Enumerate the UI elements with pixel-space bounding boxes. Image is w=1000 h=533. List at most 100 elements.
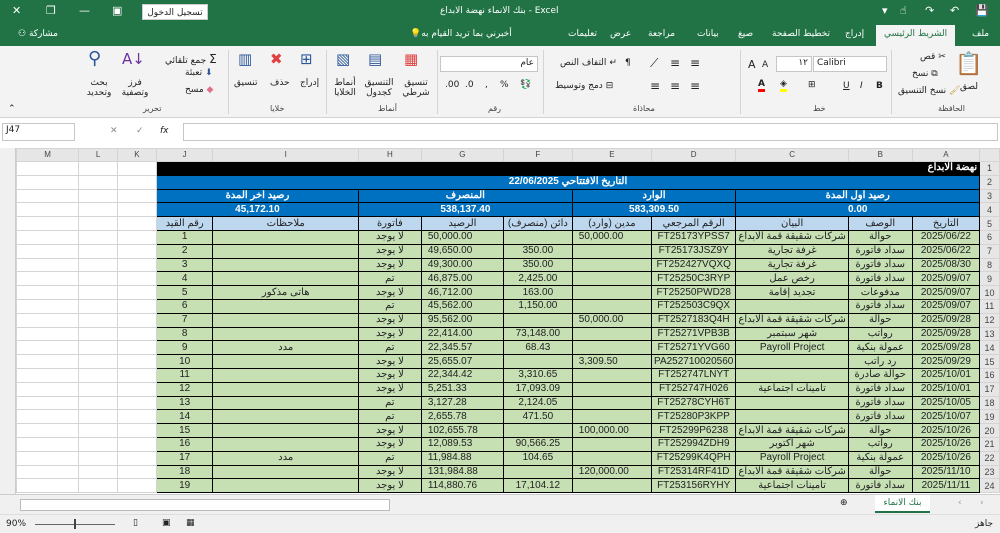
- cell-date[interactable]: 2025/09/28: [911, 312, 981, 328]
- cell[interactable]: [117, 478, 157, 494]
- cell-invoice[interactable]: لا يوجد: [357, 436, 422, 452]
- delete-cells-button[interactable]: حذف: [270, 78, 290, 88]
- cell-balance[interactable]: 12,089.53: [420, 436, 504, 452]
- row-header[interactable]: 15: [979, 354, 1000, 369]
- cell-ref[interactable]: FT252503C9QX: [651, 298, 737, 314]
- header-debit[interactable]: مدين (وارد): [571, 216, 653, 231]
- cell-notes[interactable]: [212, 423, 359, 438]
- cell-ref[interactable]: PA252710020560: [651, 354, 737, 369]
- row-header[interactable]: 23: [979, 464, 1000, 480]
- insert-cells-button[interactable]: إدراج: [300, 78, 319, 88]
- cell-date[interactable]: 2025/08/30: [911, 257, 981, 273]
- cell-debit[interactable]: [571, 340, 653, 356]
- cell-balance[interactable]: 46,875.00: [420, 271, 504, 287]
- cell-stmt[interactable]: شركات شقيقة قمة الابداع: [735, 312, 849, 328]
- cell[interactable]: [15, 436, 80, 452]
- row-header[interactable]: 13: [979, 326, 1000, 342]
- cell-date[interactable]: 2025/09/29: [911, 354, 981, 369]
- cell-entry[interactable]: 12: [155, 381, 214, 397]
- rtl-icon[interactable]: ¶: [625, 58, 631, 68]
- cell-credit[interactable]: 3,310.65: [502, 367, 573, 383]
- cell-desc[interactable]: حوالة: [847, 312, 913, 328]
- cell-entry[interactable]: 10: [155, 354, 214, 369]
- cell[interactable]: [15, 478, 80, 494]
- cell-ref[interactable]: FT25250C3RYP: [651, 271, 737, 287]
- cell-date[interactable]: 2025/10/26: [911, 450, 981, 466]
- cell-ref[interactable]: FT252427VQXQ: [651, 257, 737, 273]
- cell-desc[interactable]: عمولة بنكية: [847, 450, 913, 466]
- cell-invoice[interactable]: لا يوجد: [357, 354, 422, 369]
- cell[interactable]: [78, 174, 118, 190]
- cell-notes[interactable]: [212, 381, 359, 397]
- cell-invoice[interactable]: لا يوجد: [357, 478, 422, 494]
- cell-desc[interactable]: حوالة صادرة: [847, 367, 913, 383]
- cell-desc[interactable]: سداد فاتورة: [847, 243, 913, 259]
- select-all-corner[interactable]: [979, 148, 1000, 162]
- cell-notes[interactable]: [212, 312, 359, 328]
- cell-debit[interactable]: 50,000.00: [571, 312, 653, 328]
- cell[interactable]: [117, 243, 157, 259]
- cell[interactable]: [15, 450, 80, 466]
- cell-credit[interactable]: 1,150.00: [502, 298, 573, 314]
- row-header[interactable]: 21: [979, 436, 1000, 452]
- cell-notes[interactable]: [212, 367, 359, 383]
- cell[interactable]: [117, 298, 157, 314]
- cell-entry[interactable]: 16: [155, 436, 214, 452]
- cell[interactable]: [78, 409, 118, 425]
- cell-notes[interactable]: [212, 271, 359, 287]
- cell-debit[interactable]: [571, 285, 653, 300]
- opening-balance-value[interactable]: 0.00: [735, 202, 981, 218]
- share-button[interactable]: ⚇ مشاركة: [18, 29, 58, 39]
- cell[interactable]: [78, 340, 118, 356]
- cell-invoice[interactable]: لا يوجد: [357, 229, 422, 245]
- cell-credit[interactable]: 17,093.09: [502, 381, 573, 397]
- column-header[interactable]: I: [212, 148, 359, 162]
- cell[interactable]: [15, 423, 80, 438]
- tab-review[interactable]: مراجعة: [648, 29, 675, 39]
- cell[interactable]: [78, 436, 118, 452]
- cell-styles-button[interactable]: أنماط الخلايا: [328, 78, 362, 98]
- cell-credit[interactable]: [502, 229, 573, 245]
- cell[interactable]: [117, 367, 157, 383]
- cell-stmt[interactable]: [735, 298, 849, 314]
- row-header[interactable]: 19: [979, 409, 1000, 425]
- column-header[interactable]: F: [502, 148, 573, 162]
- cell-stmt[interactable]: Payroll Project: [735, 340, 849, 356]
- row-header[interactable]: 2: [979, 174, 1000, 190]
- cell-stmt[interactable]: غرفة تجارية: [735, 257, 849, 273]
- percent-icon[interactable]: %: [500, 80, 509, 90]
- row-header[interactable]: 17: [979, 381, 1000, 397]
- cell-stmt[interactable]: تامينات اجتماعية: [735, 478, 849, 494]
- cell[interactable]: [15, 285, 80, 300]
- cell[interactable]: [117, 174, 157, 190]
- bold-button[interactable]: B: [876, 81, 883, 91]
- cell[interactable]: [15, 354, 80, 369]
- tell-me-input[interactable]: 💡أخبرني بما تريد القيام به: [410, 29, 512, 39]
- cell-balance[interactable]: 49,650.00: [420, 243, 504, 259]
- enter-icon[interactable]: ✓: [136, 126, 144, 136]
- cell-balance[interactable]: 5,251.33: [420, 381, 504, 397]
- cell-invoice[interactable]: لا يوجد: [357, 423, 422, 438]
- cell-balance[interactable]: 45,562.00: [420, 298, 504, 314]
- row-header[interactable]: 24: [979, 478, 1000, 494]
- cell[interactable]: [117, 161, 157, 176]
- cell-notes[interactable]: مدد: [212, 340, 359, 356]
- column-header[interactable]: A: [911, 148, 981, 162]
- cell-stmt[interactable]: شركات شقيقة قمة الابداع: [735, 423, 849, 438]
- row-header[interactable]: 9: [979, 271, 1000, 287]
- cell[interactable]: [78, 354, 118, 369]
- row-header[interactable]: 3: [979, 188, 1000, 204]
- cell-date[interactable]: 2025/06/22: [911, 243, 981, 259]
- row-header[interactable]: 4: [979, 202, 1000, 218]
- wrap-text-button[interactable]: التفاف النص ↵: [560, 58, 617, 68]
- comma-icon[interactable]: ,: [485, 80, 488, 90]
- cell-invoice[interactable]: لا يوجد: [357, 367, 422, 383]
- cell-ref[interactable]: FT25280P3KPP: [651, 409, 737, 425]
- row-header[interactable]: 1: [979, 161, 1000, 176]
- cell[interactable]: [78, 478, 118, 494]
- cell-ref[interactable]: FT252747LNYT: [651, 367, 737, 383]
- zoom-level[interactable]: 90%: [6, 519, 26, 529]
- redo-icon[interactable]: ↷: [925, 4, 934, 17]
- conditional-format-button[interactable]: تنسيق شرطي: [398, 78, 434, 98]
- restore-icon[interactable]: ❐: [46, 4, 56, 17]
